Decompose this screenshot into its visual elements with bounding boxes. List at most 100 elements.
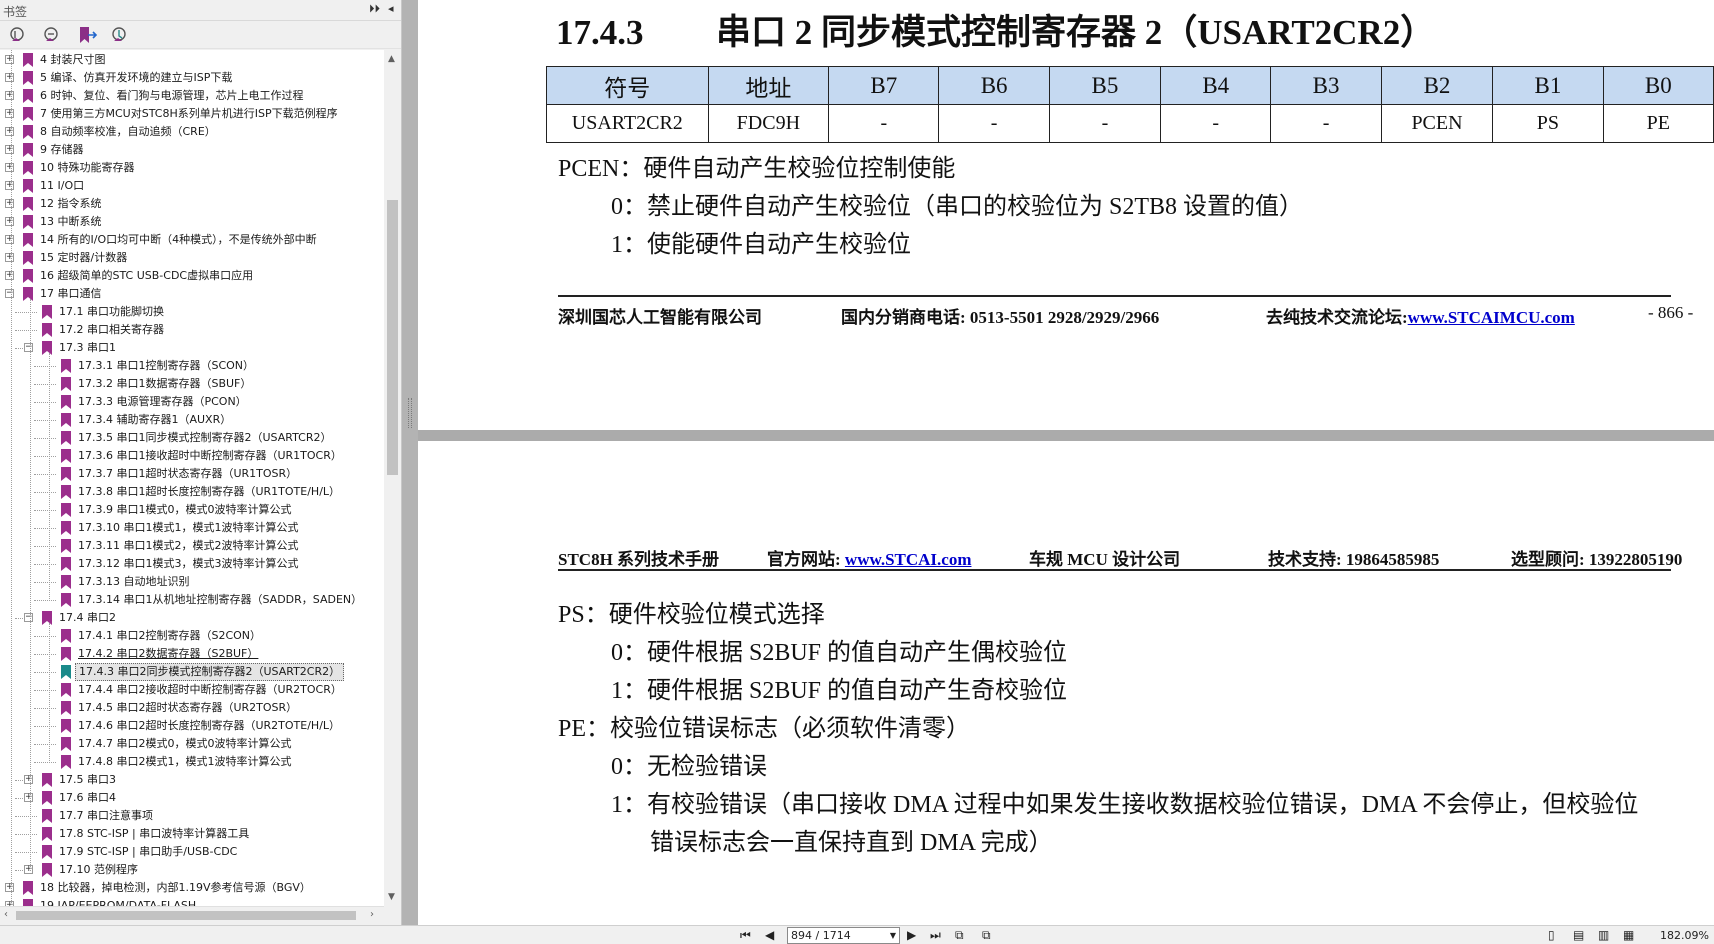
expand-toggle-icon[interactable]: +: [5, 235, 14, 244]
bookmark-item[interactable]: 17.4.8 串口2模式1，模式1波特率计算公式: [0, 753, 384, 771]
expand-toggle-icon[interactable]: +: [5, 883, 14, 892]
forum-link[interactable]: www.STCAIMCU.com: [1408, 308, 1575, 327]
bookmark-item[interactable]: +7 使用第三方MCU对STC8H系列单片机进行ISP下载范例程序: [0, 105, 384, 123]
bookmark-tree-vertical-scrollbar[interactable]: ▲ ▼: [384, 50, 401, 906]
zoom-level[interactable]: 182.09%: [1660, 929, 1709, 942]
previous-view-icon[interactable]: ⧉: [955, 928, 964, 943]
next-page-icon[interactable]: ▶: [907, 928, 916, 942]
bookmark-item[interactable]: +4 封装尺寸图: [0, 51, 384, 69]
previous-page-icon[interactable]: ◀: [765, 928, 774, 942]
horizontal-scroll-thumb[interactable]: [16, 911, 356, 920]
bookmark-item[interactable]: +10 特殊功能寄存器: [0, 159, 384, 177]
bookmark-item[interactable]: − 17.3 串口1: [0, 339, 384, 357]
next-view-icon[interactable]: ⧉: [982, 928, 991, 943]
bookmark-item[interactable]: 17.4.3 串口2同步模式控制寄存器2（USART2CR2）: [0, 663, 384, 681]
scroll-left-icon[interactable]: ‹: [4, 909, 8, 920]
site-link[interactable]: www.STCAI.com: [845, 550, 972, 569]
expand-toggle-icon[interactable]: +: [5, 55, 14, 64]
bookmark-item[interactable]: 17.3.11 串口1模式2，模式2波特率计算公式: [0, 537, 384, 555]
continuous-facing-view-icon[interactable]: ▦: [1623, 928, 1634, 942]
splitter-grip[interactable]: [408, 398, 412, 428]
expand-toggle-icon[interactable]: +: [5, 145, 14, 154]
single-page-view-icon[interactable]: ▯: [1548, 928, 1555, 942]
bookmark-item[interactable]: 17.3.2 串口1数据寄存器（SBUF）: [0, 375, 384, 393]
bookmark-item[interactable]: 17.3.7 串口1超时状态寄存器（UR1TOSR）: [0, 465, 384, 483]
bookmark-item[interactable]: +11 I/O口: [0, 177, 384, 195]
bookmark-item[interactable]: 17.3.5 串口1同步模式控制寄存器2（USARTCR2）: [0, 429, 384, 447]
bookmark-item[interactable]: 17.3.10 串口1模式1，模式1波特率计算公式: [0, 519, 384, 537]
bookmark-item[interactable]: − 17 串口通信: [0, 285, 384, 303]
scroll-up-icon[interactable]: ▲: [388, 54, 395, 64]
scroll-down-icon[interactable]: ▼: [388, 892, 395, 902]
bookmark-item[interactable]: +12 指令系统: [0, 195, 384, 213]
expand-toggle-icon[interactable]: +: [5, 73, 14, 82]
expand-toggle-icon[interactable]: +: [5, 91, 14, 100]
bookmark-tree[interactable]: +4 封装尺寸图 +5 编译、仿真开发环境的建立与ISP下载 +6 时钟、复位、看门…: [0, 50, 384, 906]
expand-toggle-icon[interactable]: +: [24, 793, 33, 802]
bookmark-item[interactable]: 17.4.5 串口2超时状态寄存器（UR2TOSR）: [0, 699, 384, 717]
bookmark-item[interactable]: +9 存储器: [0, 141, 384, 159]
bookmark-item[interactable]: 17.4.2 串口2数据寄存器（S2BUF）: [0, 645, 384, 663]
continuous-view-icon[interactable]: ▤: [1573, 928, 1584, 942]
bookmark-item[interactable]: 17.9 STC-ISP | 串口助手/USB-CDC: [0, 843, 384, 861]
bookmark-item[interactable]: +13 中断系统: [0, 213, 384, 231]
bookmark-item[interactable]: +17.5 串口3: [0, 771, 384, 789]
bookmark-item[interactable]: 17.3.4 辅助寄存器1（AUXR）: [0, 411, 384, 429]
bookmark-item[interactable]: 17.4.1 串口2控制寄存器（S2CON）: [0, 627, 384, 645]
expand-toggle-icon[interactable]: +: [5, 253, 14, 262]
bookmark-tree-horizontal-scrollbar[interactable]: ‹ ›: [0, 906, 384, 923]
bookmark-item[interactable]: 17.3.9 串口1模式0，模式0波特率计算公式: [0, 501, 384, 519]
bookmark-item[interactable]: 17.4.7 串口2模式0，模式0波特率计算公式: [0, 735, 384, 753]
bookmark-item[interactable]: +15 定时器/计数器: [0, 249, 384, 267]
bookmark-item[interactable]: +6 时钟、复位、看门狗与电源管理，芯片上电工作过程: [0, 87, 384, 105]
expand-toggle-icon[interactable]: +: [5, 163, 14, 172]
scroll-thumb[interactable]: [387, 200, 398, 475]
bookmark-item[interactable]: +17.10 范例程序: [0, 861, 384, 879]
collapse-toggle-icon[interactable]: −: [24, 613, 33, 622]
next-bookmark-icon[interactable]: [76, 25, 98, 45]
expand-toggle-icon[interactable]: +: [5, 181, 14, 190]
bookmark-item[interactable]: +19 IAP/EEPROM/DATA-FLASH: [0, 897, 384, 906]
panel-close-icon[interactable]: ◂: [388, 2, 394, 15]
bookmark-item[interactable]: +18 比较器，掉电检测，内部1.19V参考信号源（BGV）: [0, 879, 384, 897]
first-page-icon[interactable]: ⏮: [740, 928, 751, 943]
collapse-toggle-icon[interactable]: −: [5, 289, 14, 298]
bookmark-item[interactable]: 17.3.13 自动地址识别: [0, 573, 384, 591]
expand-toggle-icon[interactable]: +: [24, 775, 33, 784]
bookmark-item[interactable]: +17.6 串口4: [0, 789, 384, 807]
bookmark-item[interactable]: 17.3.1 串口1控制寄存器（SCON）: [0, 357, 384, 375]
collapse-all-bookmarks-icon[interactable]: [42, 25, 64, 45]
bookmark-item[interactable]: +5 编译、仿真开发环境的建立与ISP下载: [0, 69, 384, 87]
expand-toggle-icon[interactable]: +: [5, 217, 14, 226]
chevron-down-icon[interactable]: ▼: [890, 928, 896, 943]
panel-options-icon[interactable]: ⏵⏵: [369, 2, 380, 16]
expand-toggle-icon[interactable]: +: [24, 865, 33, 874]
bookmark-item[interactable]: +8 自动频率校准，自动追频（CRE）: [0, 123, 384, 141]
scroll-right-icon[interactable]: ›: [370, 909, 374, 920]
facing-view-icon[interactable]: ▥: [1598, 928, 1609, 942]
bookmark-item[interactable]: 17.2 串口相关寄存器: [0, 321, 384, 339]
bookmark-item[interactable]: 17.3.3 电源管理寄存器（PCON）: [0, 393, 384, 411]
page-number-input[interactable]: 894 / 1714 ▼: [787, 927, 900, 944]
bookmark-item[interactable]: +14 所有的I/O口均可中断（4种模式），不是传统外部中断: [0, 231, 384, 249]
bookmark-item[interactable]: +16 超级简单的STC USB-CDC虚拟串口应用: [0, 267, 384, 285]
bookmark-item[interactable]: 17.1 串口功能脚切换: [0, 303, 384, 321]
bookmark-item[interactable]: 17.3.6 串口1接收超时中断控制寄存器（UR1TOCR）: [0, 447, 384, 465]
bookmark-item[interactable]: − 17.4 串口2: [0, 609, 384, 627]
panel-splitter[interactable]: [402, 0, 418, 925]
expand-toggle-icon[interactable]: +: [5, 199, 14, 208]
expand-all-bookmarks-icon[interactable]: [8, 25, 30, 45]
bookmark-item[interactable]: 17.8 STC-ISP | 串口波特率计算器工具: [0, 825, 384, 843]
bookmark-item[interactable]: 17.3.12 串口1模式3，模式3波特率计算公式: [0, 555, 384, 573]
last-page-icon[interactable]: ⏭: [930, 928, 941, 943]
expand-toggle-icon[interactable]: +: [5, 109, 14, 118]
bookmark-item[interactable]: 17.3.14 串口1从机地址控制寄存器（SADDR，SADEN）: [0, 591, 384, 609]
expand-toggle-icon[interactable]: +: [5, 271, 14, 280]
collapse-toggle-icon[interactable]: −: [24, 343, 33, 352]
expand-toggle-icon[interactable]: +: [5, 127, 14, 136]
bookmark-item[interactable]: 17.7 串口注意事项: [0, 807, 384, 825]
bookmark-item[interactable]: 17.4.6 串口2超时长度控制寄存器（UR2TOTE/H/L）: [0, 717, 384, 735]
bookmark-item[interactable]: 17.4.4 串口2接收超时中断控制寄存器（UR2TOCR）: [0, 681, 384, 699]
find-bookmark-icon[interactable]: [110, 25, 132, 45]
bookmark-item[interactable]: 17.3.8 串口1超时长度控制寄存器（UR1TOTE/H/L）: [0, 483, 384, 501]
